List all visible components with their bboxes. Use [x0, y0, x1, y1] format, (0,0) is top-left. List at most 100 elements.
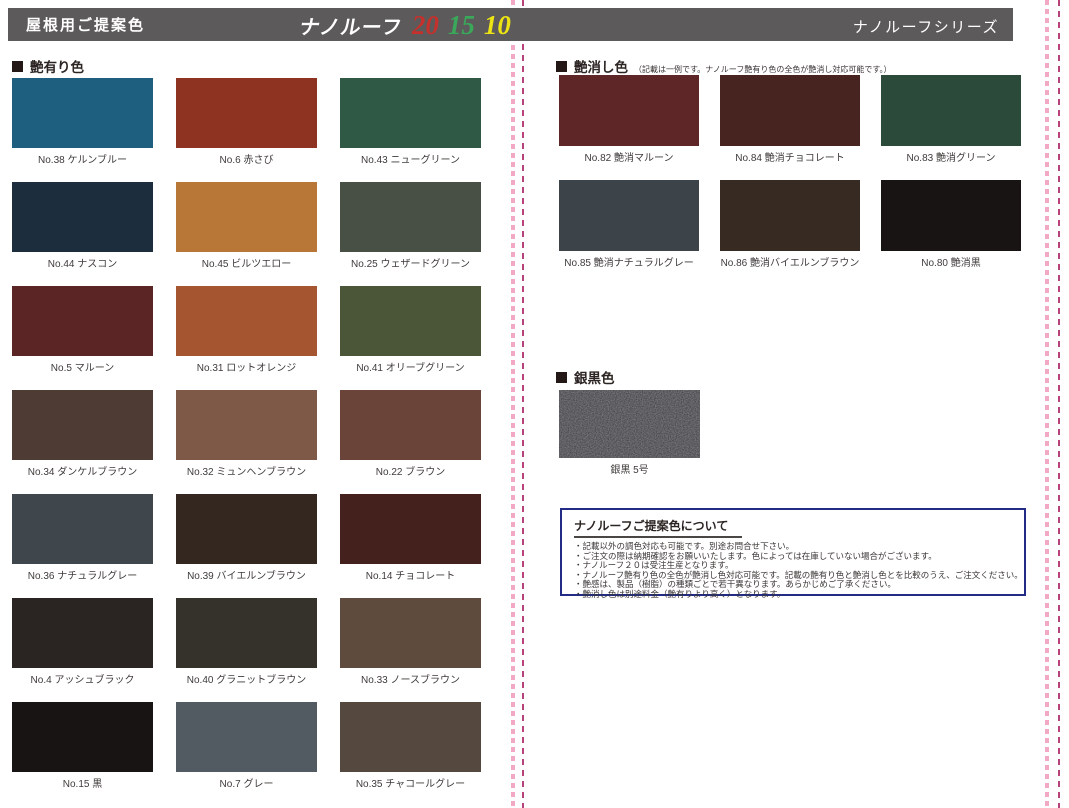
color-chart-page: 屋根用ご提案色 ナノルーフ 20 15 10 ナノルーフシリーズ 艶有り色 No.3… [0, 0, 1069, 808]
color-swatch-label: No.22 ブラウン [340, 467, 481, 478]
color-swatch [340, 78, 481, 148]
section-square-icon [556, 61, 567, 72]
color-swatch-cell: No.35 チャコールグレー [340, 702, 481, 790]
color-swatch-label: No.35 チャコールグレー [340, 779, 481, 790]
color-swatch-cell: No.6 赤さび [176, 78, 317, 166]
trim-guide-line-dark [1058, 0, 1060, 808]
color-swatch-label: No.84 艶消チョコレート [720, 153, 860, 164]
info-bullet: ・艶消し色は別途料金（艶有りより高く）となります。 [574, 590, 1014, 600]
matte-section-title: 艶消し色 [574, 56, 628, 76]
color-swatch-label: No.45 ビルツエロー [176, 259, 317, 270]
color-swatch-label: No.33 ノースブラウン [340, 675, 481, 686]
color-swatch-cell: No.82 艶消マルーン [559, 75, 699, 164]
color-swatch-label: No.83 艶消グリーン [881, 153, 1021, 164]
header-bar: 屋根用ご提案色 ナノルーフ 20 15 10 ナノルーフシリーズ [8, 8, 1013, 41]
color-swatch-label: No.25 ウェザードグリーン [340, 259, 481, 270]
color-swatch-cell: No.40 グラニットブラウン [176, 598, 317, 686]
brand-name: ナノルーフ [297, 11, 405, 40]
color-swatch [340, 390, 481, 460]
color-swatch-cell: No.15 黒 [12, 702, 153, 790]
color-swatch [881, 180, 1021, 251]
color-swatch-cell: No.5 マルーン [12, 286, 153, 374]
color-swatch-cell: No.22 ブラウン [340, 390, 481, 478]
color-swatch-cell: No.83 艶消グリーン [881, 75, 1021, 164]
color-swatch-label: No.7 グレー [176, 779, 317, 790]
color-swatch [720, 75, 860, 146]
color-swatch-cell: No.38 ケルンブルー [12, 78, 153, 166]
color-swatch-label: No.39 バイエルンブラウン [176, 571, 317, 582]
brand-logo: ナノルーフ 20 15 10 [300, 8, 511, 44]
glossy-section-title: 艶有り色 [30, 56, 84, 76]
matte-color-grid: No.82 艶消マルーン No.84 艶消チョコレート No.83 艶消グリーン No… [559, 75, 1021, 269]
color-swatch-cell: No.31 ロットオレンジ [176, 286, 317, 374]
section-square-icon [556, 372, 567, 383]
color-swatch [559, 75, 699, 146]
color-swatch-label: No.6 赤さび [176, 155, 317, 166]
color-swatch [12, 78, 153, 148]
color-swatch [176, 182, 317, 252]
color-swatch-label: No.5 マルーン [12, 363, 153, 374]
color-swatch-cell: No.7 グレー [176, 702, 317, 790]
silver-black-cell: 銀黒 5号 [559, 390, 700, 476]
page-title: 屋根用ご提案色 [26, 14, 145, 35]
color-swatch [176, 390, 317, 460]
color-swatch-cell: No.86 艶消バイエルンブラウン [720, 180, 860, 269]
color-swatch [12, 390, 153, 460]
color-swatch [340, 286, 481, 356]
color-swatch [340, 702, 481, 772]
color-swatch-label: No.80 艶消黒 [881, 258, 1021, 269]
fold-guide-line-dark [522, 0, 524, 808]
glossy-color-grid: No.38 ケルンブルー No.6 赤さび No.43 ニューグリーン No.44 ナ… [12, 78, 481, 790]
color-swatch-label: No.40 グラニットブラウン [176, 675, 317, 686]
color-swatch [12, 182, 153, 252]
color-swatch-label: No.34 ダンケルブラウン [12, 467, 153, 478]
color-swatch-cell: No.45 ビルツエロー [176, 182, 317, 270]
color-swatch-label: No.4 アッシュブラック [12, 675, 153, 686]
color-swatch [12, 702, 153, 772]
color-swatch [12, 494, 153, 564]
color-swatch-cell: No.34 ダンケルブラウン [12, 390, 153, 478]
color-swatch-cell: No.43 ニューグリーン [340, 78, 481, 166]
color-swatch-cell: No.25 ウェザードグリーン [340, 182, 481, 270]
color-swatch-label: No.82 艶消マルーン [559, 153, 699, 164]
color-swatch [881, 75, 1021, 146]
color-swatch-cell: No.80 艶消黒 [881, 180, 1021, 269]
silver-black-section-header: 銀黒色 [556, 367, 615, 387]
brand-number: 10 [484, 10, 511, 40]
color-swatch [559, 180, 699, 251]
color-swatch [12, 598, 153, 668]
matte-section-header: 艶消し色 （記載は一例です。ナノルーフ艶有り色の全色が艶消し対応可能です。） [556, 56, 892, 76]
series-title: ナノルーフシリーズ [853, 16, 999, 37]
color-swatch [340, 494, 481, 564]
info-box-title: ナノルーフご提案色について [574, 517, 742, 538]
color-swatch-label: No.85 艶消ナチュラルグレー [559, 258, 699, 269]
color-swatch-cell: No.4 アッシュブラック [12, 598, 153, 686]
info-box: ナノルーフご提案色について ・記載以外の調色対応も可能です。別途お問合せ下さい。… [560, 508, 1026, 596]
brand-number: 20 [412, 10, 439, 40]
color-swatch-cell: No.14 チョコレート [340, 494, 481, 582]
glossy-section-header: 艶有り色 [12, 56, 84, 76]
section-square-icon [12, 61, 23, 72]
color-swatch-cell: No.41 オリーブグリーン [340, 286, 481, 374]
color-swatch-label: No.15 黒 [12, 779, 153, 790]
color-swatch-cell: No.33 ノースブラウン [340, 598, 481, 686]
color-swatch-cell: No.84 艶消チョコレート [720, 75, 860, 164]
color-swatch [340, 598, 481, 668]
silver-black-section-title: 銀黒色 [574, 367, 615, 387]
color-swatch [176, 598, 317, 668]
color-swatch-label: No.31 ロットオレンジ [176, 363, 317, 374]
color-swatch-label: No.36 ナチュラルグレー [12, 571, 153, 582]
brand-numbers: 20 15 10 [403, 12, 511, 39]
silver-black-swatch [559, 390, 700, 458]
color-swatch-label: No.43 ニューグリーン [340, 155, 481, 166]
color-swatch [176, 78, 317, 148]
matte-section-note: （記載は一例です。ナノルーフ艶有り色の全色が艶消し対応可能です。） [634, 64, 892, 75]
color-swatch [176, 286, 317, 356]
color-swatch-label: No.41 オリーブグリーン [340, 363, 481, 374]
fold-guide-line-light [511, 0, 515, 808]
color-swatch-label: No.44 ナスコン [12, 259, 153, 270]
info-box-bullets: ・記載以外の調色対応も可能です。別途お問合せ下さい。・ご注文の際は納期確認をお願… [574, 542, 1014, 600]
brand-number: 15 [448, 10, 475, 40]
color-swatch-label: No.32 ミュンヘンブラウン [176, 467, 317, 478]
color-swatch-cell: No.44 ナスコン [12, 182, 153, 270]
